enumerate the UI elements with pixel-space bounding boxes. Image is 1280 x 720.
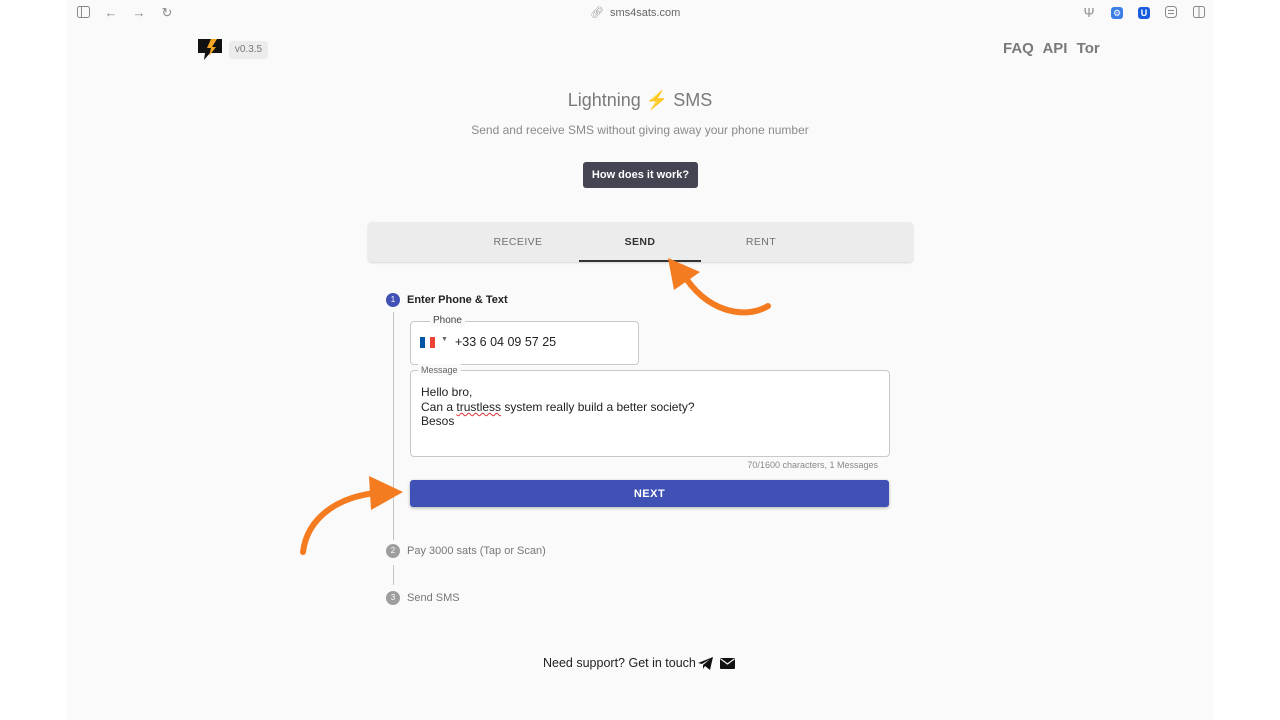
step-3-icon: 3 — [386, 591, 400, 605]
shield-extension-icon[interactable]: U — [1138, 7, 1150, 19]
message-label: Message — [418, 364, 461, 376]
step-1-icon: 1 — [386, 293, 400, 307]
telegram-icon[interactable] — [698, 657, 713, 670]
step-connector — [393, 565, 394, 585]
spellcheck-word: trustless — [456, 400, 502, 414]
annotation-arrow-icon — [300, 476, 403, 555]
page-title: Lightning ⚡ SMS — [567, 90, 713, 110]
address-bar[interactable]: 🔗︎ sms4sats.com — [590, 6, 680, 20]
how-it-works-button[interactable]: How does it work? — [583, 162, 698, 188]
link-icon: 🔗︎ — [590, 7, 604, 19]
nav-api[interactable]: API — [1042, 40, 1067, 57]
top-nav: FAQ API Tor — [1003, 40, 1105, 57]
nav-faq[interactable]: FAQ — [1003, 40, 1034, 57]
phone-label: Phone — [430, 315, 465, 327]
logo-icon[interactable] — [198, 39, 222, 61]
chevron-down-icon[interactable]: ▼ — [441, 336, 448, 343]
character-counter: 70/1600 characters, 1 Messages — [747, 460, 878, 470]
email-icon[interactable] — [720, 658, 735, 669]
phone-field[interactable]: Phone ▼ +33 6 04 09 57 25 — [410, 315, 639, 365]
support-text: Need support? Get in touch — [543, 656, 696, 670]
next-button[interactable]: NEXT — [410, 480, 889, 507]
back-icon[interactable]: ← — [104, 6, 118, 20]
message-field[interactable]: Message Hello bro, Can a trustless syste… — [410, 364, 890, 457]
url-text: sms4sats.com — [609, 7, 681, 19]
version-badge: v0.3.5 — [229, 41, 268, 59]
phone-input[interactable]: +33 6 04 09 57 25 — [455, 335, 556, 349]
lightning-icon: ⚡ — [645, 90, 669, 110]
reload-icon[interactable]: ↻ — [160, 6, 174, 20]
step-1-label: Enter Phone & Text — [407, 294, 508, 306]
forward-icon[interactable]: → — [132, 6, 146, 20]
step-2-label: Pay 3000 sats (Tap or Scan) — [407, 545, 546, 557]
france-flag-icon[interactable] — [420, 337, 435, 348]
message-line: Besos — [421, 414, 455, 428]
page-subtitle: Send and receive SMS without giving away… — [471, 123, 809, 137]
message-line: Can a trustless system really build a be… — [421, 400, 695, 414]
step-3-label: Send SMS — [407, 592, 460, 604]
mode-tabs: RECEIVE SEND RENT — [368, 222, 913, 262]
trident-extension-icon[interactable]: Ψ — [1082, 6, 1096, 20]
nav-tor[interactable]: Tor — [1077, 40, 1100, 57]
sidebar-toggle-icon[interactable] — [76, 6, 90, 20]
message-line: Hello bro, — [421, 385, 473, 399]
notes-extension-icon[interactable] — [1164, 6, 1178, 20]
annotation-arrow-icon — [668, 258, 771, 316]
split-view-icon[interactable] — [1192, 6, 1206, 20]
gear-extension-icon[interactable]: ⚙ — [1111, 7, 1123, 19]
tab-receive[interactable]: RECEIVE — [457, 222, 579, 262]
